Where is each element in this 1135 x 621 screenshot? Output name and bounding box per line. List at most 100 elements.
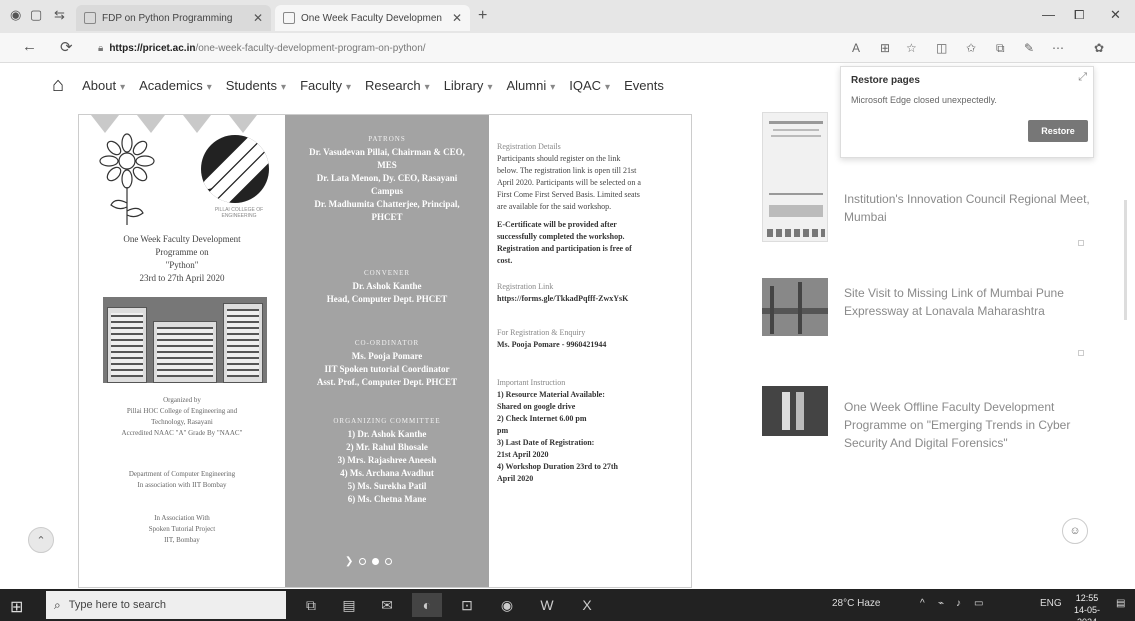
news-link[interactable]: Site Visit to Missing Link of Mumbai Pun…	[844, 284, 1094, 320]
association-line: IIT, Bombay	[164, 536, 200, 544]
taskbar-clock[interactable]: 12:55 14-05-2024	[1066, 592, 1108, 621]
excel-icon[interactable]: X	[572, 593, 602, 617]
event-title-line: One Week Faculty Development	[123, 234, 241, 244]
back-button[interactable]: ←	[22, 38, 37, 55]
file-explorer-icon[interactable]: ▤	[334, 593, 364, 617]
tab-faculty-development[interactable]: One Week Faculty Developmen ✕	[275, 5, 470, 31]
extensions-icon[interactable]: ✎	[1024, 41, 1034, 55]
section-line: cost.	[497, 256, 513, 265]
news-link[interactable]: One Week Offline Faculty Development Pro…	[844, 398, 1094, 452]
language-indicator[interactable]: ENG	[1040, 598, 1062, 609]
section-line: 1) Dr. Ashok Kanthe	[347, 429, 427, 439]
slider-dot[interactable]	[385, 558, 393, 565]
chevron-down-icon: ▾	[605, 81, 611, 93]
close-window-button[interactable]: ✕	[1110, 7, 1121, 23]
popup-message: Microsoft Edge closed unexpectedly.	[851, 95, 997, 105]
organizer-line: Pillai HOC College of Engineering and	[126, 407, 238, 415]
battery-icon[interactable]: ▭	[974, 598, 983, 609]
edge-browser-icon[interactable]: ◐	[412, 593, 442, 617]
chatbot-avatar[interactable]: ☺	[1062, 518, 1088, 544]
tab-favicon	[84, 12, 96, 24]
nav-iqac[interactable]: IQAC ▾	[569, 78, 610, 93]
section-line: 21st April 2020	[497, 450, 549, 459]
section-heading: PATRONS	[368, 135, 406, 143]
nav-label: Library	[443, 77, 484, 93]
tab-close-icon[interactable]: ✕	[253, 11, 263, 25]
nav-library[interactable]: Library ▾	[444, 78, 493, 93]
nav-research[interactable]: Research ▾	[365, 78, 430, 93]
close-icon[interactable]: ⤢	[1078, 71, 1087, 84]
copilot-icon[interactable]: ✿	[1094, 41, 1104, 55]
more-options-icon[interactable]: ⋯	[1052, 41, 1064, 55]
scroll-indicator	[1078, 240, 1084, 246]
chevron-down-icon: ▾	[281, 81, 287, 93]
brochure-column-event: PILLAI COLLEGE OF ENGINEERING One Week F…	[79, 115, 285, 587]
nav-label: Academics	[139, 77, 203, 93]
tab-close-icon[interactable]: ✕	[452, 11, 462, 25]
app-available-icon[interactable]: ⊞	[880, 41, 890, 55]
nav-label: Students	[225, 77, 278, 93]
association-line: In Association With	[154, 514, 210, 522]
word-icon[interactable]: W	[532, 593, 562, 617]
institute-logo	[201, 135, 269, 203]
organizer-line: Technology, Rasayani	[151, 418, 213, 426]
section-heading: Registration Details	[497, 142, 561, 151]
nav-about[interactable]: About ▾	[82, 78, 125, 93]
vertical-tabs-icon[interactable]: ⇆	[54, 7, 65, 23]
url-field[interactable]: 🔒︎ https://pricet.ac.in /one-week-facult…	[92, 37, 812, 59]
section-line: PHCET	[371, 212, 403, 222]
chrome-icon[interactable]: ◉	[492, 593, 522, 617]
news-thumbnail-bridge[interactable]	[762, 278, 828, 336]
weather-widget[interactable]: 28°C Haze	[832, 598, 880, 609]
news-link[interactable]: Institution's Innovation Council Regiona…	[844, 190, 1094, 226]
clock-time: 12:55	[1075, 593, 1099, 603]
nav-academics[interactable]: Academics ▾	[139, 78, 212, 93]
section-line: Registration and participation is free o…	[497, 244, 632, 253]
committee-section: ORGANIZING COMMITTEE 1) Dr. Ashok Kanthe…	[285, 415, 489, 506]
nav-label: Research	[365, 77, 421, 93]
site-navigation: ⌂ About ▾ Academics ▾ Students ▾ Faculty ▾ R…	[0, 64, 830, 106]
workspaces-icon[interactable]: ▢	[30, 7, 42, 23]
split-screen-icon[interactable]: ◫	[936, 41, 947, 55]
favorites-icon[interactable]: ✩	[966, 41, 976, 55]
restore-button[interactable]: Restore	[1028, 120, 1088, 142]
section-line: 3) Mrs. Rajashree Aneesh	[337, 455, 437, 465]
slider-dot[interactable]	[359, 558, 367, 565]
mail-icon[interactable]: ✉	[372, 593, 402, 617]
collections-icon[interactable]: ⧉	[996, 41, 1005, 56]
minimize-button[interactable]: —	[1042, 7, 1055, 22]
tab-fdp-python[interactable]: FDP on Python Programming ✕	[76, 5, 271, 31]
new-tab-button[interactable]: +	[478, 7, 487, 25]
url-host: https://pricet.ac.in	[109, 42, 196, 54]
favorite-star-icon[interactable]: ☆	[906, 41, 917, 55]
nav-label: Events	[624, 77, 664, 93]
task-view-icon[interactable]: ⧉	[296, 593, 326, 617]
nav-label: Alumni	[506, 77, 547, 93]
windows-start-icon[interactable]: ⊞	[10, 597, 23, 617]
tray-chevron-icon[interactable]: ^	[920, 598, 925, 609]
nav-faculty[interactable]: Faculty ▾	[300, 78, 351, 93]
nav-events[interactable]: Events	[624, 78, 664, 93]
profile-icon[interactable]: ◉	[10, 7, 21, 23]
slider-dot-active[interactable]	[372, 558, 380, 565]
section-line: pm	[497, 426, 509, 435]
nav-students[interactable]: Students ▾	[226, 78, 286, 93]
read-aloud-icon[interactable]: A	[852, 41, 860, 55]
news-thumbnail-document[interactable]	[762, 112, 828, 242]
notifications-icon[interactable]: ▤	[1116, 598, 1125, 609]
network-icon[interactable]: ⌁	[938, 598, 944, 609]
nav-alumni[interactable]: Alumni ▾	[506, 78, 555, 93]
slider-next-icon[interactable]: ❯	[345, 556, 353, 567]
accessibility-button[interactable]: ⌃	[28, 527, 54, 553]
section-line: Participants should register on the link	[497, 154, 621, 163]
taskbar-search-input[interactable]: ⌕ Type here to search	[46, 591, 286, 619]
lock-icon[interactable]: 🔒︎	[98, 43, 103, 54]
scrollbar[interactable]	[1124, 200, 1127, 320]
url-path: /one-week-faculty-development-program-on…	[195, 42, 426, 54]
store-icon[interactable]: ⊡	[452, 593, 482, 617]
maximize-button[interactable]: ⧠	[1074, 7, 1084, 23]
home-icon[interactable]: ⌂	[52, 74, 64, 97]
refresh-button[interactable]: ⟳	[60, 38, 73, 56]
volume-icon[interactable]: ♪	[956, 598, 961, 609]
news-thumbnail-cyber[interactable]	[762, 386, 828, 436]
